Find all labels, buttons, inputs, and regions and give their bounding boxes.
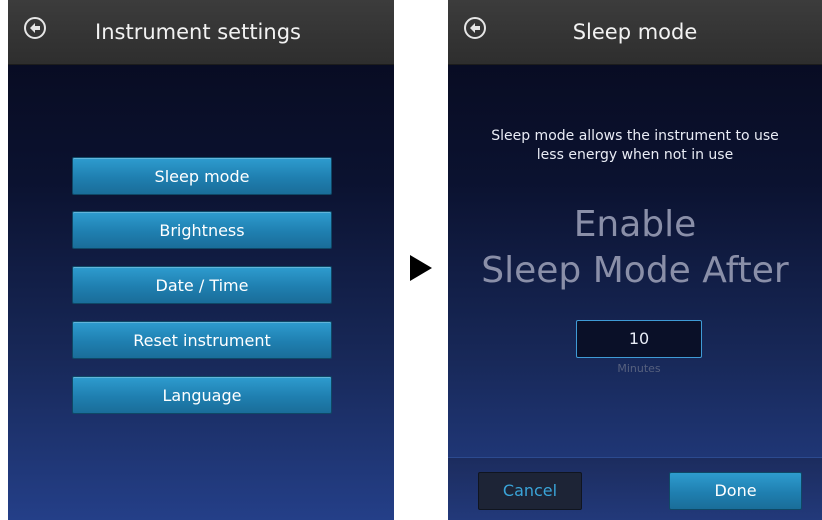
- minutes-unit-label: Minutes: [617, 362, 661, 375]
- description-line-2: less energy when not in use: [536, 147, 734, 163]
- done-button[interactable]: Done: [669, 472, 802, 510]
- instrument-settings-screen: Instrument settings Sleep mode Brightnes…: [8, 0, 394, 520]
- play-triangle-icon: [410, 255, 432, 281]
- heading-sleep-mode-after: Sleep Mode After: [481, 250, 789, 291]
- reset-instrument-button[interactable]: Reset instrument: [72, 321, 332, 359]
- sleep-mode-button[interactable]: Sleep mode: [72, 157, 332, 195]
- sleep-mode-description: Sleep mode allows the instrument to use …: [468, 127, 802, 165]
- action-bar: Cancel Done: [448, 457, 822, 520]
- date-time-button[interactable]: Date / Time: [72, 266, 332, 304]
- minutes-input[interactable]: 10: [576, 320, 702, 358]
- page-title: Sleep mode: [572, 20, 698, 44]
- description-line-1: Sleep mode allows the instrument to use: [491, 128, 779, 144]
- title-bar: Instrument settings: [8, 0, 394, 65]
- page-title: Instrument settings: [95, 20, 301, 44]
- back-icon[interactable]: [24, 17, 46, 39]
- brightness-button[interactable]: Brightness: [72, 211, 332, 249]
- sleep-mode-screen: Sleep mode Sleep mode allows the instrum…: [448, 0, 822, 520]
- language-button[interactable]: Language: [72, 376, 332, 414]
- heading-enable: Enable: [573, 204, 697, 245]
- cancel-button[interactable]: Cancel: [478, 472, 582, 510]
- title-bar: Sleep mode: [448, 0, 822, 65]
